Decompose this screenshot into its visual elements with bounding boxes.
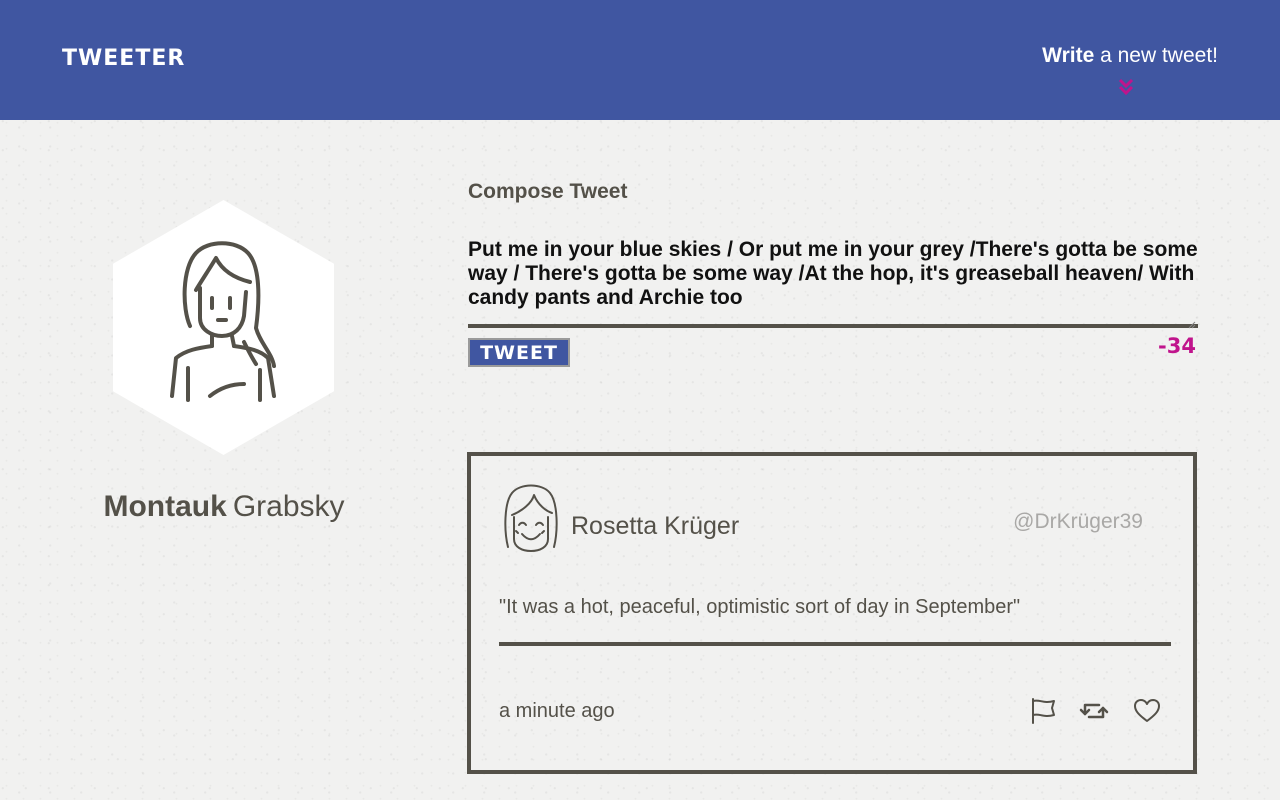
tweet-card: Rosetta Krüger @DrKrüger39 "It was a hot…: [467, 452, 1197, 774]
tweet-submit-button[interactable]: TWEET: [468, 338, 570, 367]
write-link-bold: Write: [1042, 44, 1095, 67]
profile-first-name: Montauk: [103, 490, 227, 523]
profile-last-name: Grabsky: [232, 490, 345, 523]
character-counter: -34: [1158, 334, 1196, 358]
tweet-author-name: Rosetta Krüger: [571, 512, 740, 540]
brand-logo[interactable]: TWEETER: [62, 46, 185, 71]
profile-name: Montauk Grabsky: [0, 490, 448, 524]
top-nav: TWEETER Write a new tweet!: [0, 0, 1280, 120]
heart-icon[interactable]: [1132, 696, 1162, 726]
write-new-tweet-link[interactable]: Write a new tweet!: [1042, 44, 1218, 68]
double-chevron-down-icon[interactable]: [1116, 76, 1136, 98]
tweet-content: "It was a hot, peaceful, optimistic sort…: [499, 596, 1021, 618]
tweet-divider: [499, 642, 1171, 646]
tweet-author-handle: @DrKrüger39: [1013, 510, 1143, 533]
retweet-icon[interactable]: [1079, 696, 1109, 726]
woman-avatar-icon: [160, 238, 285, 408]
compose-tweet-textarea[interactable]: Put me in your blue skies / Or put me in…: [468, 238, 1198, 328]
write-link-rest: a new tweet!: [1094, 44, 1218, 67]
smiling-girl-avatar-icon: [502, 481, 560, 557]
flag-icon[interactable]: [1028, 696, 1058, 726]
tweet-timestamp: a minute ago: [499, 700, 615, 722]
compose-title: Compose Tweet: [468, 180, 628, 203]
textarea-resize-grip-icon[interactable]: [1188, 316, 1196, 329]
